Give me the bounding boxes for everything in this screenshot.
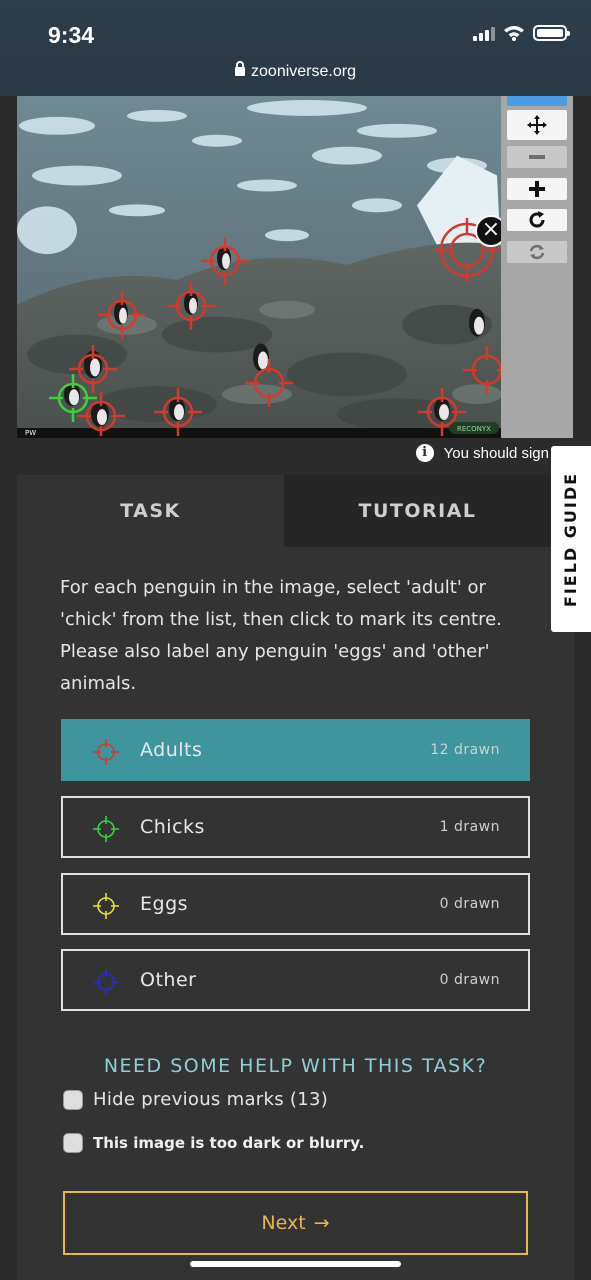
image-label: PW (25, 429, 36, 436)
answer-label: Other (140, 969, 197, 991)
hide-marks-label: Hide previous marks (13) (93, 1089, 329, 1110)
subject-image[interactable]: RECONYX PW (17, 96, 501, 438)
adult-mark[interactable] (98, 291, 146, 339)
answer-count: 1 drawn (439, 819, 500, 835)
battery-icon (533, 25, 570, 41)
answer-label: Eggs (140, 893, 189, 915)
answer-count: 0 drawn (439, 896, 500, 912)
pointer-icon[interactable] (507, 96, 567, 106)
answer-other[interactable]: Other 0 drawn (61, 949, 530, 1011)
crosshair-icon (93, 816, 119, 842)
signal-icon (473, 25, 495, 41)
url-text: zooniverse.org (251, 63, 356, 80)
answer-eggs[interactable]: Eggs 0 drawn (61, 873, 530, 935)
adult-mark[interactable] (167, 282, 215, 330)
adult-mark[interactable] (201, 237, 249, 285)
answer-adults[interactable]: Adults 12 drawn (61, 719, 530, 781)
zoom-in-icon[interactable] (507, 178, 567, 200)
crosshair-icon (93, 969, 119, 995)
tab-task[interactable]: TASK (17, 475, 284, 547)
answer-count: 12 drawn (430, 742, 500, 758)
next-label: Next (261, 1212, 306, 1234)
browser-chrome: 9:34 zooniverse.org (0, 0, 591, 96)
answer-label: Adults (140, 739, 203, 761)
task-help-link[interactable]: NEED SOME HELP WITH THIS TASK? (17, 1055, 574, 1077)
move-icon[interactable] (507, 110, 567, 140)
image-toolbar (501, 96, 573, 438)
field-guide-tab[interactable]: FIELD GUIDE (551, 446, 591, 632)
hide-marks-checkbox[interactable]: Hide previous marks (13) (63, 1089, 328, 1110)
task-tabs: TASK TUTORIAL (17, 475, 551, 547)
answer-chicks[interactable]: Chicks 1 drawn (61, 796, 530, 858)
rotate-icon[interactable] (507, 209, 567, 231)
home-indicator (190, 1261, 401, 1267)
adult-mark[interactable] (154, 388, 202, 436)
crosshair-icon (93, 893, 119, 919)
chick-mark[interactable] (49, 374, 97, 422)
status-icons (473, 25, 570, 41)
wifi-icon (504, 26, 524, 41)
status-time: 9:34 (48, 22, 95, 48)
sign-in-text: You should sign (443, 444, 549, 462)
info-icon: i (415, 444, 434, 462)
too-dark-checkbox[interactable]: This image is too dark or blurry. (63, 1133, 364, 1153)
too-dark-label: This image is too dark or blurry. (93, 1134, 365, 1152)
checkbox-box[interactable] (63, 1089, 83, 1110)
answer-count: 0 drawn (439, 972, 500, 988)
field-guide-label: FIELD GUIDE (561, 471, 581, 607)
task-panel: TASK TUTORIAL For each penguin in the im… (17, 475, 574, 1280)
arrow-right-icon: → (313, 1212, 330, 1234)
adult-mark[interactable] (245, 359, 293, 407)
adult-mark[interactable] (418, 388, 466, 436)
checkbox-box[interactable] (63, 1133, 83, 1153)
zoom-out-icon[interactable] (507, 146, 567, 168)
task-instructions: For each penguin in the image, select 'a… (60, 577, 502, 694)
address-bar[interactable]: zooniverse.org (0, 61, 591, 81)
adult-mark[interactable] (463, 346, 501, 394)
next-button[interactable]: Next → (63, 1191, 528, 1255)
answer-label: Chicks (140, 816, 205, 838)
tab-tutorial[interactable]: TUTORIAL (284, 475, 551, 547)
sign-in-notice: i You should sign (415, 444, 549, 462)
lock-icon (235, 61, 246, 76)
crosshair-icon (93, 739, 119, 765)
reset-icon[interactable] (507, 241, 567, 263)
